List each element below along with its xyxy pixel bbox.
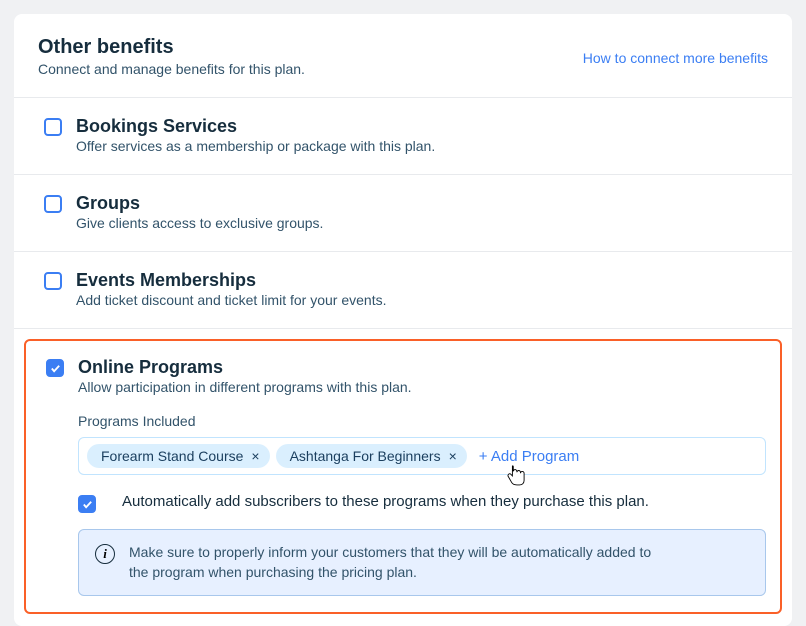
groups-title: Groups (76, 193, 768, 214)
check-icon (82, 499, 93, 510)
bookings-body: Bookings Services Offer services as a me… (76, 116, 768, 154)
programs-included-section: Programs Included Forearm Stand Course ×… (78, 413, 766, 475)
bookings-subtitle: Offer services as a membership or packag… (76, 138, 768, 154)
groups-body: Groups Give clients access to exclusive … (76, 193, 768, 231)
benefit-row-groups: Groups Give clients access to exclusive … (14, 174, 792, 251)
programs-top-row: Online Programs Allow participation in d… (46, 357, 766, 596)
check-icon (50, 363, 61, 374)
programs-title: Online Programs (78, 357, 766, 378)
program-tag: Forearm Stand Course × (87, 444, 270, 468)
events-body: Events Memberships Add ticket discount a… (76, 270, 768, 308)
programs-subtitle: Allow participation in different program… (78, 379, 766, 395)
programs-included-label: Programs Included (78, 413, 766, 429)
program-tag-label: Forearm Stand Course (101, 448, 243, 464)
program-tag-label: Ashtanga For Beginners (290, 448, 441, 464)
program-tag: Ashtanga For Beginners × (276, 444, 467, 468)
remove-tag-icon[interactable]: × (249, 449, 261, 463)
events-checkbox[interactable] (44, 272, 62, 290)
auto-add-checkbox[interactable] (78, 495, 96, 513)
page-subtitle: Connect and manage benefits for this pla… (38, 61, 583, 77)
remove-tag-icon[interactable]: × (447, 449, 459, 463)
programs-tag-input[interactable]: Forearm Stand Course × Ashtanga For Begi… (78, 437, 766, 475)
bookings-checkbox[interactable] (44, 118, 62, 136)
bookings-title: Bookings Services (76, 116, 768, 137)
info-banner: i Make sure to properly inform your cust… (78, 529, 766, 596)
benefit-row-events: Events Memberships Add ticket discount a… (14, 251, 792, 328)
page-title: Other benefits (38, 36, 583, 59)
programs-checkbox[interactable] (46, 359, 64, 377)
events-subtitle: Add ticket discount and ticket limit for… (76, 292, 768, 308)
add-program-button[interactable]: + Add Program (479, 448, 579, 465)
programs-highlight-box: Online Programs Allow participation in d… (24, 339, 782, 614)
card-header: Other benefits Connect and manage benefi… (14, 14, 792, 97)
info-banner-text: Make sure to properly inform your custom… (129, 542, 659, 583)
auto-add-label: Automatically add subscribers to these p… (122, 493, 649, 510)
benefit-row-bookings: Bookings Services Offer services as a me… (14, 97, 792, 174)
connect-more-benefits-link[interactable]: How to connect more benefits (583, 50, 768, 66)
benefits-card: Other benefits Connect and manage benefi… (14, 14, 792, 626)
programs-body: Online Programs Allow participation in d… (78, 357, 766, 596)
benefit-row-programs-container: Online Programs Allow participation in d… (14, 328, 792, 626)
auto-add-row: Automatically add subscribers to these p… (78, 493, 766, 513)
header-text-block: Other benefits Connect and manage benefi… (38, 36, 583, 77)
groups-checkbox[interactable] (44, 195, 62, 213)
info-icon: i (95, 544, 115, 564)
pointer-cursor-icon (507, 464, 525, 486)
events-title: Events Memberships (76, 270, 768, 291)
groups-subtitle: Give clients access to exclusive groups. (76, 215, 768, 231)
